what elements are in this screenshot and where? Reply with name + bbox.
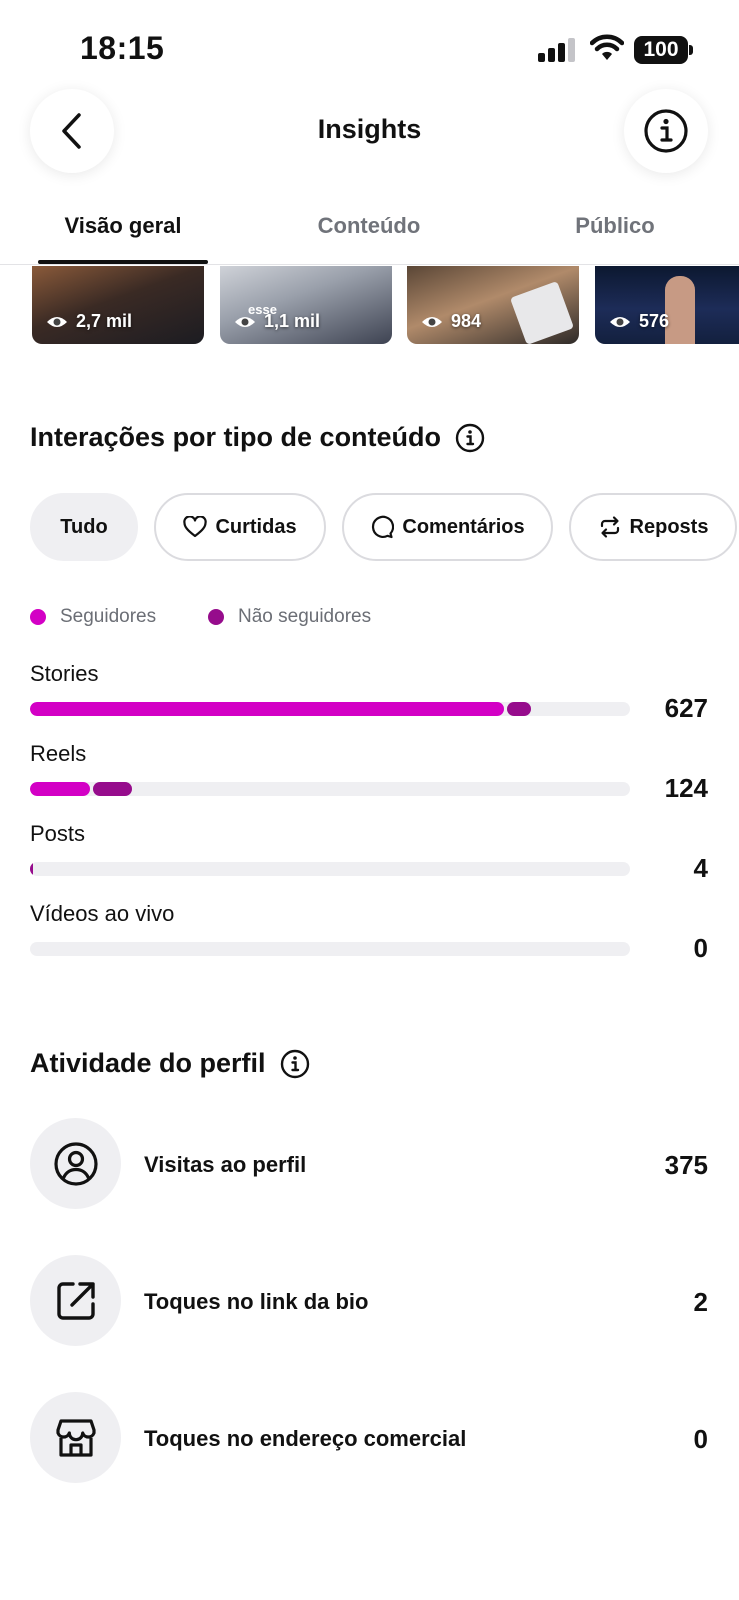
thumbnail-views: 2,7 mil bbox=[76, 311, 133, 331]
tab-active-indicator bbox=[38, 260, 208, 264]
battery-tip bbox=[689, 45, 693, 55]
filter-chip-reposts[interactable]: Reposts bbox=[569, 493, 737, 561]
chip-label: Reposts bbox=[629, 515, 709, 538]
bar-label-reels: Reels bbox=[30, 741, 87, 766]
legend-dot bbox=[30, 609, 46, 625]
keyboard-shape bbox=[509, 280, 575, 344]
legend-label: Seguidores bbox=[60, 606, 157, 627]
battery-indicator: 100 bbox=[634, 36, 688, 64]
legend-followers: Seguidores bbox=[30, 606, 156, 628]
bio-link-icon-circle bbox=[30, 1255, 121, 1346]
bar-label-stories: Stories bbox=[30, 661, 99, 686]
profile-visits-icon-circle bbox=[30, 1118, 121, 1209]
heart-icon bbox=[183, 516, 208, 538]
thumbnail-views: 984 bbox=[451, 311, 482, 331]
activity-section-title: Atividade do perfil bbox=[30, 1048, 310, 1079]
bar-label-live-videos: Vídeos ao vivo bbox=[30, 901, 175, 926]
filter-chip-comments[interactable]: Comentários bbox=[342, 493, 553, 561]
activity-label-bio-link: Toques no link da bio bbox=[144, 1289, 369, 1314]
external-link-icon bbox=[56, 1281, 95, 1320]
comment-icon bbox=[372, 515, 395, 539]
chip-label: Comentários bbox=[402, 515, 525, 538]
bar-segment-non-followers bbox=[30, 862, 33, 876]
activity-label-profile-visits: Visitas ao perfil bbox=[144, 1152, 307, 1177]
info-icon[interactable] bbox=[455, 423, 485, 453]
activity-value-profile-visits: 375 bbox=[664, 1150, 708, 1180]
storefront-icon bbox=[55, 1418, 96, 1457]
eye-icon bbox=[422, 316, 442, 327]
status-time: 18:15 bbox=[80, 30, 165, 66]
chip-label: Curtidas bbox=[215, 515, 297, 538]
activity-title: Atividade do perfil bbox=[30, 1048, 266, 1078]
activity-label-business-address: Toques no endereço comercial bbox=[144, 1426, 467, 1451]
bar-segment-non-followers bbox=[93, 782, 132, 796]
bar-segment-non-followers bbox=[507, 702, 531, 716]
bar-value-posts: 4 bbox=[693, 853, 708, 883]
eye-icon bbox=[610, 316, 630, 327]
bar-segment-followers bbox=[30, 702, 504, 716]
bar-segment-followers bbox=[30, 782, 90, 796]
bar-label-posts: Posts bbox=[30, 821, 86, 846]
info-button[interactable] bbox=[624, 89, 708, 173]
content-thumbnails: 2,7 mil 1,1 mil esse 984 576 bbox=[0, 266, 739, 346]
tab-overview[interactable]: Visão geral bbox=[38, 213, 208, 239]
bar-value-stories: 627 bbox=[664, 693, 708, 723]
filter-chip-all[interactable]: Tudo bbox=[30, 493, 138, 561]
business-address-icon-circle bbox=[30, 1392, 121, 1483]
tab-audience[interactable]: Público bbox=[530, 213, 700, 239]
performer-shape bbox=[665, 276, 695, 344]
interactions-section-title: Interações por tipo de conteúdo bbox=[30, 422, 485, 453]
bar-reels bbox=[30, 782, 630, 796]
thumbnail-2[interactable]: 1,1 mil esse bbox=[220, 266, 392, 344]
cellular-signal-icon bbox=[538, 38, 578, 62]
profile-icon bbox=[53, 1141, 98, 1186]
wifi-icon bbox=[590, 34, 624, 60]
legend-label: Não seguidores bbox=[238, 606, 372, 627]
tab-bar: Visão geral Conteúdo Público bbox=[0, 195, 739, 265]
interactions-title: Interações por tipo de conteúdo bbox=[30, 422, 442, 452]
tab-content[interactable]: Conteúdo bbox=[284, 213, 454, 239]
thumbnail-4[interactable]: 576 bbox=[595, 266, 739, 344]
bar-value-live-videos: 0 bbox=[693, 933, 708, 963]
bar-live-videos bbox=[30, 942, 630, 956]
thumbnail-1[interactable]: 2,7 mil bbox=[32, 266, 204, 344]
legend-dot bbox=[208, 609, 224, 625]
bar-posts bbox=[30, 862, 630, 876]
info-icon[interactable] bbox=[280, 1049, 310, 1079]
status-bar: 18:15 100 bbox=[0, 0, 739, 90]
info-icon bbox=[644, 109, 688, 153]
activity-value-bio-link: 2 bbox=[693, 1287, 708, 1317]
thumbnail-views: 576 bbox=[639, 311, 670, 331]
chip-label: Tudo bbox=[60, 515, 108, 538]
legend-non-followers: Não seguidores bbox=[208, 606, 371, 628]
bar-value-reels: 124 bbox=[664, 773, 708, 803]
bar-stories bbox=[30, 702, 630, 716]
thumbnail-caption: esse bbox=[248, 302, 277, 317]
eye-icon bbox=[47, 316, 67, 327]
filter-chip-likes[interactable]: Curtidas bbox=[154, 493, 326, 561]
thumbnail-3[interactable]: 984 bbox=[407, 266, 579, 344]
repost-icon bbox=[600, 516, 619, 538]
activity-value-business-address: 0 bbox=[693, 1424, 708, 1454]
